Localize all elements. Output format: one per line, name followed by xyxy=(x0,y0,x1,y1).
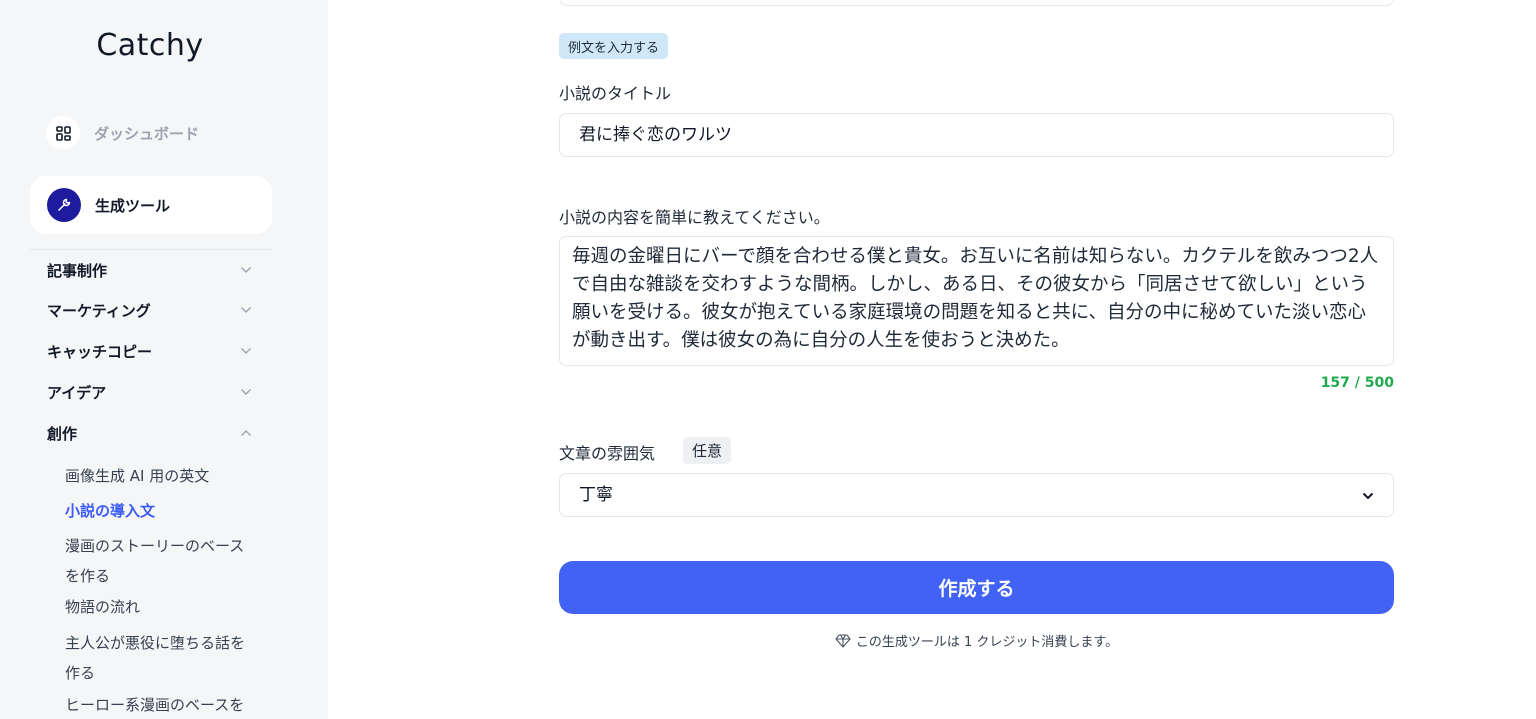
title-label: 小説のタイトル xyxy=(559,84,672,103)
category-creative[interactable]: 創作 xyxy=(47,421,253,445)
app-logo[interactable]: Catchy xyxy=(0,28,300,63)
chevron-down-icon xyxy=(1362,484,1374,506)
subitem-label: 漫画のストーリーのベース xyxy=(65,537,245,555)
sidebar-subitem-story-flow[interactable]: 物語の流れ xyxy=(65,592,265,622)
sidebar-subitem-image-ai-english[interactable]: 画像生成 AI 用の英文 xyxy=(65,461,265,491)
dashboard-grid-icon xyxy=(46,116,80,150)
chevron-down-icon xyxy=(239,263,253,277)
subitem-label: 小説の導入文 xyxy=(65,502,156,520)
title-input[interactable]: 君に捧ぐ恋のワルツ xyxy=(559,113,1394,157)
wrench-icon xyxy=(47,188,81,222)
subitem-label: 物語の流れ xyxy=(65,598,141,616)
optional-badge: 任意 xyxy=(683,437,732,464)
category-article[interactable]: 記事制作 xyxy=(47,258,253,282)
sidebar: Catchy ダッシュボード 生成ツール 記事制作 マーケティング キャッチコピ… xyxy=(0,0,328,719)
diamond-icon xyxy=(835,633,851,648)
subitem-label-line2: 作る xyxy=(65,664,96,682)
category-idea[interactable]: アイデア xyxy=(47,380,253,404)
sidebar-subitem-villain-story[interactable]: 主人公が悪役に堕ちる話を 作る xyxy=(65,628,265,688)
mood-label: 文章の雰囲気 xyxy=(559,444,656,463)
sidebar-subitem-hero-manga[interactable]: ヒーロー系漫画のベースを xyxy=(65,690,265,719)
chevron-down-icon xyxy=(239,303,253,317)
subitem-label: 画像生成 AI 用の英文 xyxy=(65,467,210,485)
category-label: マーケティング xyxy=(47,301,151,320)
create-button[interactable]: 作成する xyxy=(559,561,1394,614)
credit-note-text: この生成ツールは 1 クレジット消費します。 xyxy=(855,635,1119,650)
previous-field[interactable] xyxy=(559,0,1394,6)
mood-selected-value: 丁寧 xyxy=(579,485,613,505)
sidebar-subitem-novel-intro[interactable]: 小説の導入文 xyxy=(65,496,265,526)
category-label: 記事制作 xyxy=(47,261,108,280)
example-fill-button[interactable]: 例文を入力する xyxy=(559,33,669,59)
sidebar-item-label: 生成ツール xyxy=(95,196,171,215)
sidebar-item-label: ダッシュボード xyxy=(94,124,200,143)
content-label: 小説の内容を簡単に教えてください。 xyxy=(559,208,830,227)
category-label: アイデア xyxy=(47,383,107,402)
subitem-label: ヒーロー系漫画のベースを xyxy=(65,696,245,714)
subitem-label-line2: を作る xyxy=(65,567,111,585)
category-marketing[interactable]: マーケティング xyxy=(47,298,253,322)
category-label: キャッチコピー xyxy=(47,342,153,361)
category-label: 創作 xyxy=(47,424,78,443)
chevron-down-icon xyxy=(239,344,253,358)
subitem-label: 主人公が悪役に堕ちる話を xyxy=(65,634,246,652)
mood-select[interactable]: 丁寧 xyxy=(559,473,1394,517)
credit-note: この生成ツールは 1 クレジット消費します。 xyxy=(559,631,1394,650)
chevron-up-icon xyxy=(239,426,253,440)
sidebar-divider xyxy=(30,249,272,250)
character-counter: 157 / 500 xyxy=(1320,375,1394,391)
category-catchcopy[interactable]: キャッチコピー xyxy=(47,339,253,363)
chevron-down-icon xyxy=(239,385,253,399)
sidebar-item-dashboard[interactable]: ダッシュボード xyxy=(46,115,199,151)
sidebar-subitem-manga-story[interactable]: 漫画のストーリーのベース を作る xyxy=(65,531,265,591)
content-textarea[interactable]: 毎週の金曜日にバーで顔を合わせる僕と貴女。お互いに名前は知らない。カクテルを飲み… xyxy=(559,236,1394,366)
sidebar-item-generator[interactable]: 生成ツール xyxy=(30,176,272,234)
